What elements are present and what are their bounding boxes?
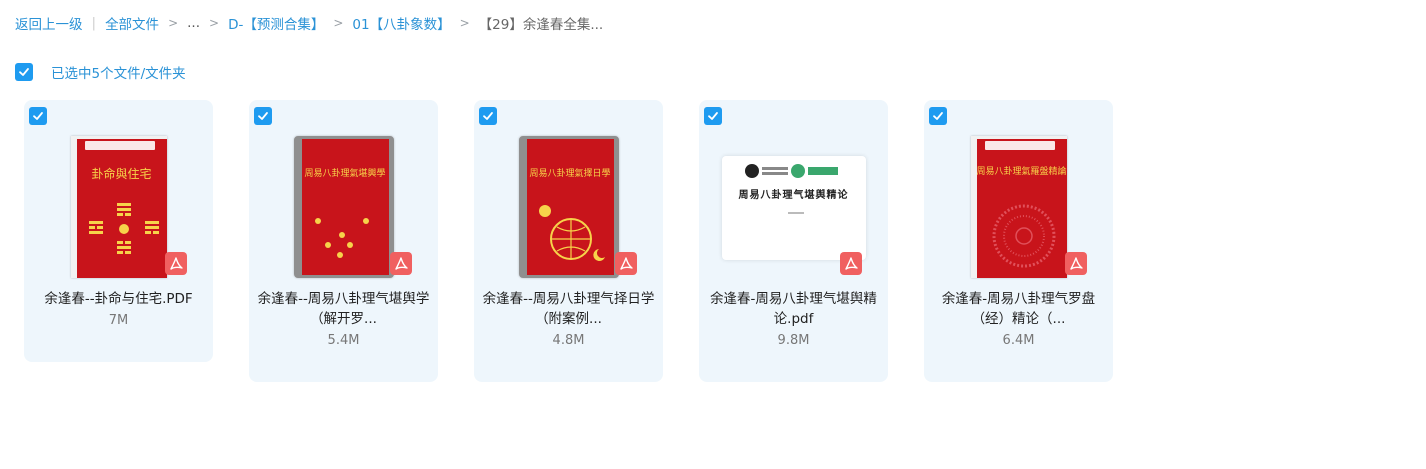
- file-card[interactable]: 周易八卦理气堪舆精论 余逢春-周易八卦理气堪舆精论.pdf 9.8M: [699, 100, 888, 382]
- file-checkbox[interactable]: [29, 107, 47, 125]
- file-checkbox[interactable]: [479, 107, 497, 125]
- compass-icon: [992, 204, 1055, 268]
- file-card[interactable]: 周易八卦理氣堪輿學 余逢春--周易八卦理气堪舆学（解开罗... 5.4M: [249, 100, 438, 382]
- cover-title: 周易八卦理氣擇日學: [529, 169, 611, 179]
- file-card[interactable]: 周易八卦理氣擇日學 余逢春--周易八卦理气择日学（附案例... 4.8M: [474, 100, 663, 382]
- breadcrumb: 返回上一级 | 全部文件 > ... > D-【预测合集】 > 01【八卦象数】…: [15, 13, 603, 33]
- selection-bar: 已选中5个文件/文件夹: [15, 62, 186, 82]
- file-size: 9.8M: [777, 333, 810, 348]
- file-card[interactable]: 卦命與住宅 余逢春--卦命与住宅.PDF 7M: [24, 100, 213, 362]
- pdf-icon: [615, 252, 637, 275]
- file-name[interactable]: 余逢春--周易八卦理气堪舆学（解开罗...: [257, 289, 430, 329]
- publisher-logo: [84, 141, 155, 150]
- check-icon: [33, 112, 43, 120]
- book-cover-image: 周易八卦理氣擇日學: [518, 136, 619, 278]
- divider: |: [91, 15, 97, 31]
- book-cover-image: 周易八卦理氣羅盤精論: [970, 136, 1067, 278]
- breadcrumb-ellipsis[interactable]: ...: [187, 15, 200, 31]
- file-size: 5.4M: [327, 333, 360, 348]
- file-checkbox[interactable]: [704, 107, 722, 125]
- check-icon: [708, 112, 718, 120]
- bagua-pattern-icon: [88, 203, 159, 254]
- publisher-logo: [984, 141, 1055, 150]
- breadcrumb-current: 【29】余逢春全集...: [478, 17, 604, 33]
- cover-title: 周易八卦理气堪舆精论: [738, 190, 849, 201]
- chevron-right-icon: >: [209, 16, 220, 30]
- selection-count-text: 已选中5个文件/文件夹: [51, 66, 186, 82]
- check-icon: [258, 112, 268, 120]
- book-cover-image: 卦命與住宅: [70, 136, 167, 278]
- file-checkbox[interactable]: [929, 107, 947, 125]
- cover-title: 周易八卦理氣羅盤精論: [976, 167, 1067, 177]
- dots-pattern-icon: [314, 218, 369, 258]
- chevron-right-icon: >: [459, 16, 470, 30]
- author-line: [787, 212, 804, 214]
- file-name[interactable]: 余逢春--卦命与住宅.PDF: [32, 289, 205, 309]
- file-size: 6.4M: [1002, 333, 1035, 348]
- cover-title: 周易八卦理氣堪輿學: [304, 169, 386, 179]
- file-size: 4.8M: [552, 333, 585, 348]
- check-icon: [19, 68, 29, 76]
- file-checkbox[interactable]: [254, 107, 272, 125]
- check-icon: [933, 112, 943, 120]
- chevron-right-icon: >: [168, 16, 179, 30]
- pdf-icon: [390, 252, 412, 275]
- sun-globe-icon: [538, 205, 605, 261]
- chevron-right-icon: >: [333, 16, 344, 30]
- pdf-icon: [165, 252, 187, 275]
- pdf-icon: [1065, 252, 1087, 275]
- publisher-logo: [744, 164, 838, 178]
- cover-title: 卦命與住宅: [91, 167, 152, 181]
- breadcrumb-level1[interactable]: D-【预测合集】: [228, 13, 324, 33]
- file-name[interactable]: 余逢春-周易八卦理气罗盘（经）精论（...: [932, 289, 1105, 329]
- pdf-icon: [840, 252, 862, 275]
- file-name[interactable]: 余逢春-周易八卦理气堪舆精论.pdf: [707, 289, 880, 329]
- check-icon: [483, 112, 493, 120]
- select-all-checkbox[interactable]: [15, 63, 33, 81]
- book-cover-image: 周易八卦理氣堪輿學: [293, 136, 394, 278]
- breadcrumb-root[interactable]: 全部文件: [105, 13, 159, 33]
- file-size: 7M: [108, 313, 129, 328]
- breadcrumb-level2[interactable]: 01【八卦象数】: [352, 13, 450, 33]
- file-name[interactable]: 余逢春--周易八卦理气择日学（附案例...: [482, 289, 655, 329]
- file-card[interactable]: 周易八卦理氣羅盤精論 余逢春-周易八卦理气罗盘（经）精论（... 6.4M: [924, 100, 1113, 382]
- back-link[interactable]: 返回上一级: [15, 13, 83, 33]
- document-cover-image: 周易八卦理气堪舆精论: [721, 156, 866, 260]
